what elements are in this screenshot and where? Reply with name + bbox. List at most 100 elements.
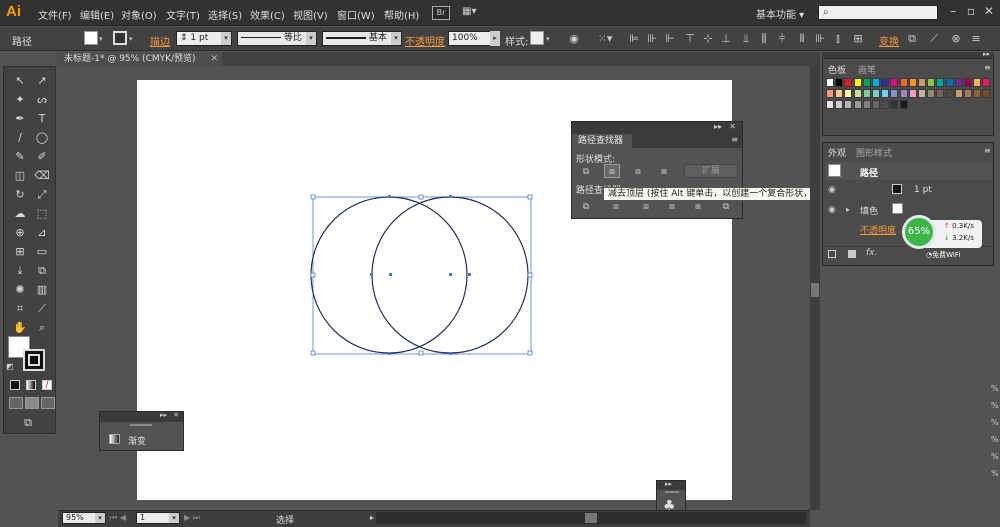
minus-back-icon[interactable]: ⧉ bbox=[718, 200, 734, 214]
opacity-dropdown-icon[interactable]: ▸ bbox=[490, 31, 500, 46]
selection-tool-icon[interactable]: ↖ bbox=[11, 72, 29, 90]
align-options-icon[interactable]: ⊞ bbox=[850, 31, 866, 47]
draw-normal-icon[interactable] bbox=[9, 397, 23, 409]
stroke-link[interactable]: 描边 bbox=[150, 33, 170, 48]
color-swatch[interactable] bbox=[982, 89, 991, 98]
distribute-bottom-icon[interactable]: ⫩ bbox=[774, 31, 790, 47]
stroke-swatch[interactable] bbox=[113, 31, 127, 45]
merge-icon[interactable]: ⧈ bbox=[638, 200, 654, 214]
color-mode-icon[interactable] bbox=[10, 380, 20, 390]
color-swatch[interactable] bbox=[927, 78, 936, 87]
gradient-label[interactable]: 渐变 bbox=[128, 434, 146, 447]
envelope-icon[interactable]: ⊗ bbox=[948, 31, 964, 47]
lasso-tool-icon[interactable]: ᔕ bbox=[33, 91, 51, 109]
color-swatch[interactable] bbox=[908, 89, 917, 98]
color-swatch[interactable] bbox=[918, 89, 926, 98]
control-menu-icon[interactable]: ≡ bbox=[968, 31, 984, 47]
align-right-icon[interactable]: ⊩ bbox=[662, 31, 678, 47]
search-input[interactable]: ⌕ bbox=[818, 5, 938, 20]
color-swatch[interactable] bbox=[973, 89, 982, 98]
variable-width-profile[interactable]: 等比 ▾ bbox=[237, 31, 317, 46]
color-swatch[interactable] bbox=[826, 89, 834, 98]
color-swatch[interactable] bbox=[835, 100, 844, 109]
swatch-grid[interactable] bbox=[826, 78, 992, 132]
appearance-opacity-link[interactable]: 不透明度 bbox=[860, 223, 896, 236]
color-swatch[interactable] bbox=[872, 100, 880, 109]
crop-icon[interactable]: ⧇ bbox=[664, 200, 680, 214]
color-swatch[interactable] bbox=[862, 78, 871, 87]
color-swatch[interactable] bbox=[890, 78, 899, 87]
panel-menu-icon[interactable]: ≡ bbox=[984, 63, 991, 72]
fill-swatch[interactable] bbox=[84, 31, 98, 45]
pencil-tool-icon[interactable]: ✐ bbox=[33, 148, 51, 166]
color-swatch[interactable] bbox=[973, 78, 982, 87]
menu-effect[interactable]: 效果(C) bbox=[250, 7, 285, 22]
color-swatch[interactable] bbox=[881, 78, 890, 87]
unite-icon[interactable]: ⧉ bbox=[578, 165, 594, 179]
color-swatch[interactable] bbox=[899, 78, 908, 87]
close-icon[interactable]: ✕ bbox=[982, 4, 996, 20]
distribute-right-icon[interactable]: ⫾ bbox=[830, 31, 846, 47]
gradient-tool-icon[interactable]: ▭ bbox=[33, 243, 51, 261]
color-swatch[interactable] bbox=[853, 89, 862, 98]
distribute-vcenter-icon[interactable]: ⫼ bbox=[756, 31, 772, 47]
menu-type[interactable]: 文字(T) bbox=[166, 7, 200, 22]
color-swatch[interactable] bbox=[918, 78, 926, 87]
color-swatch[interactable] bbox=[936, 89, 945, 98]
tab-graphic-styles[interactable]: 图形样式 bbox=[856, 146, 892, 159]
color-swatch[interactable] bbox=[936, 78, 945, 87]
color-swatch[interactable] bbox=[908, 78, 917, 87]
scale-tool-icon[interactable]: ⤢ bbox=[33, 186, 51, 204]
artboard-tool-icon[interactable]: ⌗ bbox=[11, 300, 29, 318]
close-panel-icon[interactable]: ✕ bbox=[729, 122, 736, 131]
color-swatch[interactable] bbox=[954, 89, 963, 98]
bridge-button[interactable]: Br bbox=[432, 6, 450, 20]
perspective-grid-tool-icon[interactable]: ⊿ bbox=[33, 224, 51, 242]
menu-view[interactable]: 视图(V) bbox=[293, 7, 328, 22]
menu-window[interactable]: 窗口(W) bbox=[337, 7, 375, 22]
expand-button[interactable]: 扩展 bbox=[684, 164, 738, 178]
none-mode-icon[interactable]: ∕ bbox=[42, 380, 52, 390]
color-swatch[interactable] bbox=[872, 89, 880, 98]
menu-edit[interactable]: 编辑(E) bbox=[80, 7, 114, 22]
blend-tool-icon[interactable]: ⧉ bbox=[33, 262, 51, 280]
color-swatch[interactable] bbox=[862, 89, 871, 98]
outline-icon[interactable]: ⧆ bbox=[690, 200, 706, 214]
color-swatch[interactable] bbox=[872, 78, 880, 87]
align-top-icon[interactable]: ⊤ bbox=[682, 31, 698, 47]
eyedropper-tool-icon[interactable]: ⤓ bbox=[11, 262, 29, 280]
close-tab-icon[interactable]: ✕ bbox=[210, 52, 218, 66]
tab-swatches[interactable]: 色板 bbox=[828, 63, 846, 76]
visibility-eye-icon[interactable]: ◉ bbox=[828, 205, 836, 215]
distribute-left-icon[interactable]: ⫴ bbox=[794, 31, 810, 47]
align-hcenter-icon[interactable]: ⊪ bbox=[644, 31, 660, 47]
color-swatch[interactable] bbox=[945, 89, 954, 98]
fill-swatch-small[interactable] bbox=[892, 203, 903, 214]
paintbrush-tool-icon[interactable]: ✎ bbox=[11, 148, 29, 166]
hand-tool-icon[interactable]: ✋ bbox=[11, 319, 29, 337]
menu-help[interactable]: 帮助(H) bbox=[384, 7, 419, 22]
stroke-swatch-small[interactable] bbox=[892, 184, 902, 194]
opacity-link[interactable]: 不透明度 bbox=[405, 33, 445, 48]
menu-object[interactable]: 对象(O) bbox=[121, 7, 157, 22]
distribute-top-icon[interactable]: ⫫ bbox=[738, 31, 754, 47]
draw-behind-icon[interactable] bbox=[25, 397, 39, 409]
artboard-number-field[interactable]: 1 ▾ bbox=[136, 512, 180, 524]
type-tool-icon[interactable]: T bbox=[33, 110, 51, 128]
maximize-icon[interactable]: ▫ bbox=[964, 4, 978, 20]
fx-icon[interactable]: fx. bbox=[866, 248, 877, 258]
graph-tool-icon[interactable]: ▥ bbox=[33, 281, 51, 299]
panel-menu-icon[interactable]: ≡ bbox=[731, 135, 738, 144]
color-swatch[interactable] bbox=[881, 89, 890, 98]
color-swatch[interactable] bbox=[844, 100, 853, 109]
wifi-label[interactable]: 免费WiFi bbox=[932, 251, 960, 259]
color-swatch[interactable] bbox=[826, 78, 834, 87]
free-transform-tool-icon[interactable]: ⬚ bbox=[33, 205, 51, 223]
add-fill-icon[interactable] bbox=[848, 250, 856, 258]
exclude-icon[interactable]: ⧆ bbox=[656, 165, 672, 179]
rotate-tool-icon[interactable]: ↻ bbox=[11, 186, 29, 204]
gradient-mode-icon[interactable] bbox=[26, 380, 36, 390]
stroke-color-box[interactable] bbox=[23, 349, 45, 371]
color-swatch[interactable] bbox=[890, 89, 899, 98]
distribute-hcenter-icon[interactable]: ⊪ bbox=[812, 31, 828, 47]
